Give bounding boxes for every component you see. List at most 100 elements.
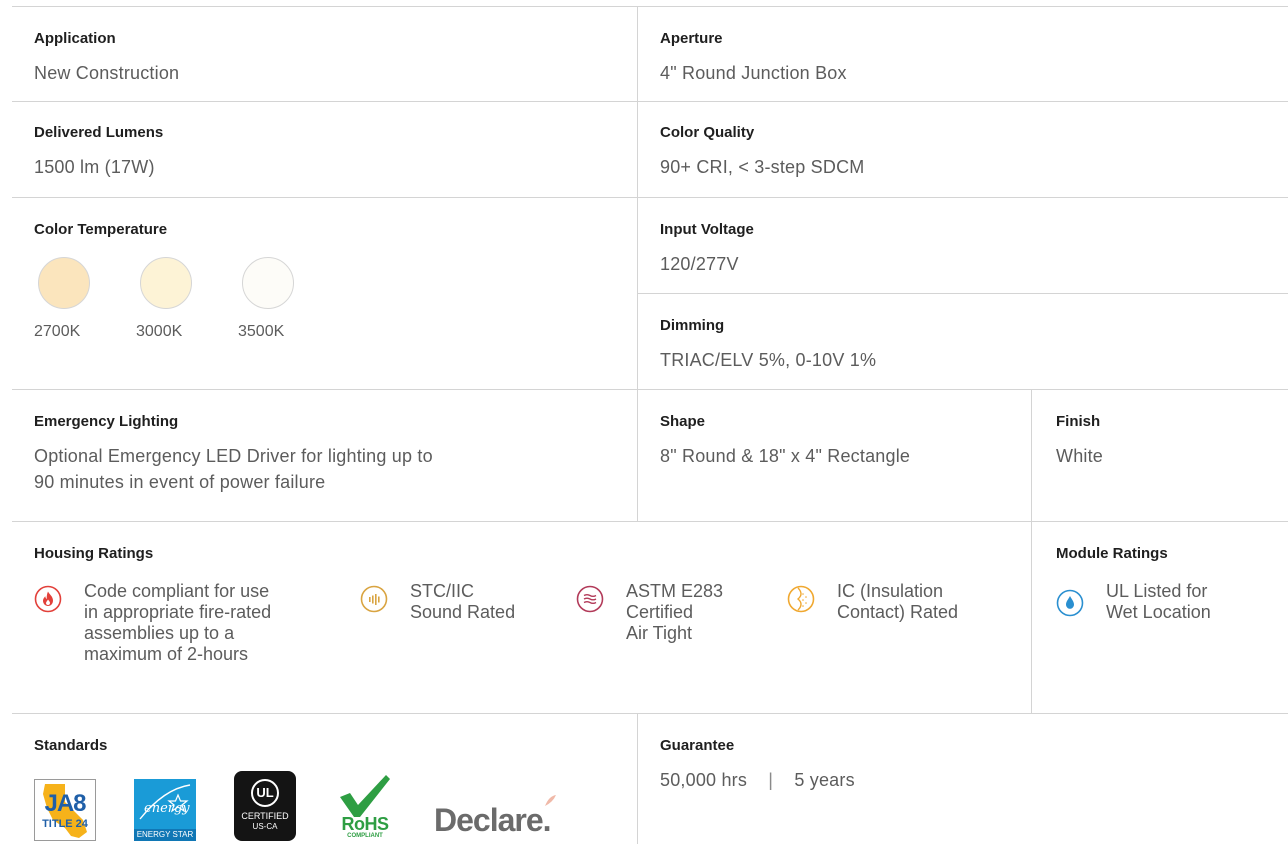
fire-icon (34, 585, 62, 613)
standards-label: Standards (34, 737, 108, 754)
aperture-label: Aperture (660, 30, 723, 47)
application-cell: Application New Construction (34, 30, 179, 86)
row-divider (12, 197, 1288, 198)
color-temperature-cell: Color Temperature 2700K 3000K 3500K (34, 221, 340, 341)
guarantee-cell: Guarantee 50,000 hrs | 5 years (660, 737, 855, 793)
swatch-label: 2700K (34, 323, 81, 340)
delivered-lumens-label: Delivered Lumens (34, 124, 164, 141)
air-icon (576, 585, 604, 613)
rating-line: Certified (626, 602, 694, 622)
rohs-logo: RoHS COMPLIANT (334, 771, 396, 841)
rating-line: Code compliant for use (84, 581, 270, 601)
emergency-lighting-line: 90 minutes in event of power failure (34, 472, 326, 492)
guarantee-label: Guarantee (660, 737, 735, 754)
input-voltage-value: 120/277V (660, 254, 739, 274)
row-divider (637, 293, 1288, 294)
swatch-circle (38, 257, 90, 309)
row-divider (12, 521, 1288, 522)
column-divider (637, 6, 638, 521)
rating-text: UL Listed for Wet Location (1106, 581, 1211, 623)
swatch-3500k: 3500K (238, 257, 340, 341)
swatch-circle (140, 257, 192, 309)
guarantee-value: 50,000 hrs | 5 years (660, 767, 855, 793)
application-label: Application (34, 30, 116, 47)
rating-line: ASTM E283 (626, 581, 724, 601)
finish-value: White (1056, 446, 1104, 466)
emergency-lighting-value: Optional Emergency LED Driver for lighti… (34, 443, 433, 495)
ul-circle: UL (251, 779, 279, 807)
color-quality-label: Color Quality (660, 124, 755, 141)
energy-star-logo: energy ENERGY STAR (134, 779, 196, 841)
swatch-2700k: 2700K (34, 257, 136, 341)
rating-wet-location: UL Listed for Wet Location (1056, 581, 1211, 623)
title24-text: TITLE 24 (42, 818, 88, 830)
housing-ratings-label: Housing Ratings (34, 545, 154, 562)
rating-air-tight: ASTM E283 Certified Air Tight (576, 581, 787, 665)
ul-region-text: US-CA (252, 822, 278, 831)
input-voltage-cell: Input Voltage 120/277V (660, 221, 754, 277)
swatch-3000k: 3000K (136, 257, 238, 341)
guarantee-years: 5 years (794, 770, 855, 790)
finish-label: Finish (1056, 413, 1101, 430)
rating-line: maximum of 2-hours (84, 644, 249, 664)
rating-line: Sound Rated (410, 602, 516, 622)
swatch-label: 3000K (136, 323, 183, 340)
ja8-text: JA8 (44, 790, 86, 817)
rating-line: in appropriate fire-rated (84, 602, 272, 622)
rating-line: Contact) Rated (837, 602, 959, 622)
spec-sheet: Application New Construction Aperture 4"… (0, 0, 1288, 844)
module-ratings-cell: Module Ratings UL Listed for Wet Locatio… (1056, 545, 1211, 623)
sound-icon (360, 585, 388, 613)
module-ratings-label: Module Ratings (1056, 545, 1168, 562)
ja8-title24-logo: JA8 TITLE 24 (34, 779, 96, 841)
row-divider (12, 713, 1288, 714)
delivered-lumens-cell: Delivered Lumens 1500 lm (17W) (34, 124, 163, 180)
shape-value: 8" Round & 18" x 4" Rectangle (660, 446, 911, 466)
aperture-cell: Aperture 4" Round Junction Box (660, 30, 847, 86)
dimming-cell: Dimming TRIAC/ELV 5%, 0-10V 1% (660, 317, 876, 373)
row-divider (12, 101, 1288, 102)
emergency-lighting-label: Emergency Lighting (34, 413, 179, 430)
guarantee-separator: | (768, 770, 774, 790)
declare-text: Declare. (434, 802, 552, 838)
dimming-label: Dimming (660, 317, 725, 334)
row-divider (12, 389, 1288, 390)
housing-ratings-cell: Housing Ratings Code compliant for use i… (34, 545, 1007, 665)
rating-text: ASTM E283 Certified Air Tight (626, 581, 723, 644)
input-voltage-label: Input Voltage (660, 221, 754, 238)
rating-insulation: IC (Insulation Contact) Rated (787, 581, 1007, 665)
insulation-icon (787, 585, 815, 613)
column-divider (1031, 389, 1032, 713)
rating-text: IC (Insulation Contact) Rated (837, 581, 958, 623)
energy-script-text: energy (144, 801, 190, 816)
emergency-lighting-cell: Emergency Lighting Optional Emergency LE… (34, 413, 433, 495)
housing-ratings-list: Code compliant for use in appropriate fi… (34, 581, 1007, 665)
swatch-label: 3500K (238, 323, 285, 340)
standards-cell: Standards JA8 TITLE 24 energy ENERGY STA… (34, 737, 589, 841)
ul-certified-text: CERTIFIED (241, 811, 289, 821)
color-quality-value: 90+ CRI, < 3-step SDCM (660, 157, 865, 177)
rating-line: Wet Location (1106, 602, 1211, 622)
rating-line: IC (Insulation (837, 581, 944, 601)
delivered-lumens-value: 1500 lm (17W) (34, 157, 155, 177)
color-temperature-swatches: 2700K 3000K 3500K (34, 257, 340, 341)
declare-leaf-icon (544, 795, 556, 806)
rohs-text: RoHS (341, 814, 390, 834)
energy-star-text: ENERGY STAR (134, 829, 196, 841)
shape-label: Shape (660, 413, 706, 430)
color-quality-cell: Color Quality 90+ CRI, < 3-step SDCM (660, 124, 864, 180)
rating-text: STC/IIC Sound Rated (410, 581, 515, 623)
aperture-value: 4" Round Junction Box (660, 63, 847, 83)
rating-line: UL Listed for (1106, 581, 1208, 601)
declare-logo: Declare. (434, 795, 556, 839)
rating-fire: Code compliant for use in appropriate fi… (34, 581, 360, 665)
swatch-circle (242, 257, 294, 309)
row-divider (12, 6, 1288, 7)
rohs-compliant-text: COMPLIANT (347, 833, 383, 839)
standards-logos: JA8 TITLE 24 energy ENERGY STAR UL CERTI… (34, 771, 589, 841)
emergency-lighting-line: Optional Emergency LED Driver for lighti… (34, 446, 433, 466)
color-temperature-label: Color Temperature (34, 221, 168, 238)
rating-text: Code compliant for use in appropriate fi… (84, 581, 271, 665)
finish-cell: Finish White (1056, 413, 1103, 469)
rating-sound: STC/IIC Sound Rated (360, 581, 576, 665)
